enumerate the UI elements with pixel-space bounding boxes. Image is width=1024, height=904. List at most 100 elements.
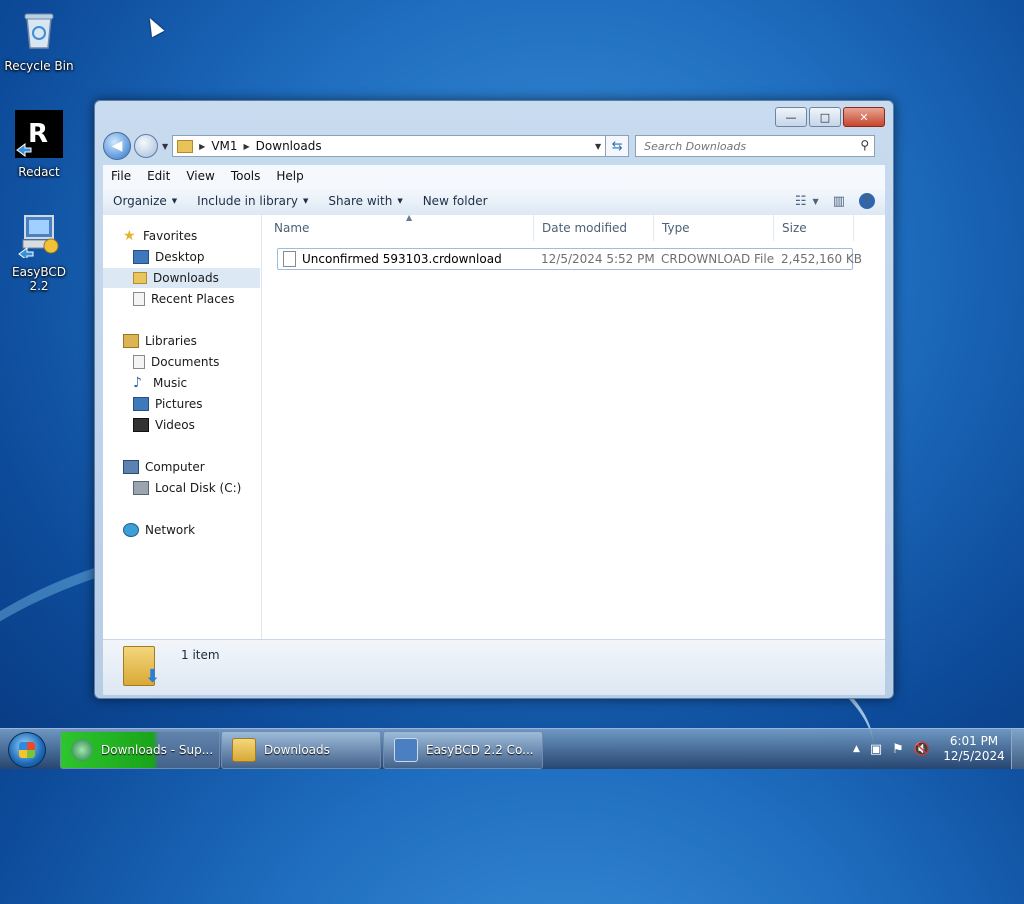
back-button[interactable]: ◀ (103, 132, 131, 160)
downloads-folder-icon (133, 272, 147, 284)
column-label: Name (274, 221, 310, 235)
nav-downloads[interactable]: Downloads (133, 268, 219, 288)
nav-network[interactable]: Network (123, 520, 195, 540)
nav-music[interactable]: ♪ Music (133, 373, 187, 393)
new-folder-label: New folder (422, 194, 488, 208)
refresh-button[interactable]: ⇆ (606, 135, 630, 157)
documents-icon (133, 355, 145, 369)
forward-button[interactable] (134, 134, 158, 158)
taskbar-button-label: Downloads - Sup... (101, 743, 214, 757)
nav-computer[interactable]: Computer (123, 457, 205, 477)
column-header-type[interactable]: Type (654, 215, 774, 241)
column-header-size[interactable]: Size (774, 215, 854, 241)
share-with-button[interactable]: Share with ▼ (318, 194, 412, 208)
chevron-down-icon: ▼ (303, 197, 309, 205)
nav-label: Videos (155, 418, 195, 432)
minimize-button[interactable]: — (775, 107, 807, 127)
videos-icon (133, 418, 149, 432)
start-button[interactable] (8, 732, 46, 768)
organize-button[interactable]: Organize ▼ (103, 194, 187, 208)
pictures-icon (133, 397, 149, 411)
breadcrumb-downloads[interactable]: Downloads (256, 139, 322, 153)
desktop-icon-recycle-bin[interactable]: Recycle Bin (1, 8, 77, 73)
chevron-right-icon[interactable]: ▶ (199, 142, 205, 151)
recent-pages-dropdown[interactable]: ▼ (162, 142, 168, 151)
column-label: Type (662, 221, 690, 235)
local-disk-icon (133, 481, 149, 495)
show-desktop-button[interactable] (1011, 729, 1024, 769)
desktop-icon (133, 250, 149, 264)
nav-label: Downloads (153, 271, 219, 285)
help-icon[interactable]: ? (859, 193, 875, 209)
taskbar-button-downloads-sup[interactable]: Downloads - Sup... (60, 731, 220, 769)
volume-muted-icon[interactable]: 🔇 (914, 742, 930, 757)
nav-local-disk[interactable]: Local Disk (C:) (133, 478, 241, 498)
include-in-library-button[interactable]: Include in library ▼ (187, 194, 318, 208)
nav-pictures[interactable]: Pictures (133, 394, 203, 414)
nav-label: Favorites (143, 229, 198, 243)
menu-tools[interactable]: Tools (223, 169, 269, 183)
nav-desktop[interactable]: Desktop (133, 247, 205, 267)
menu-view[interactable]: View (178, 169, 222, 183)
view-controls: ☷ ▼ ▥ ? (781, 193, 875, 209)
nav-recent-places[interactable]: Recent Places (133, 289, 234, 309)
close-button[interactable]: ✕ (843, 107, 885, 127)
folder-icon (177, 139, 194, 153)
column-header-date[interactable]: Date modified (534, 215, 654, 241)
address-bar[interactable]: ▶ VM1 ▶ Downloads ▼ (172, 135, 607, 157)
nav-label: Libraries (145, 334, 197, 348)
search-input[interactable] (642, 138, 847, 154)
file-name-cell: Unconfirmed 593103.crdownload (283, 249, 502, 269)
downloads-folder-icon: ⬇ (123, 646, 160, 687)
column-label: Size (782, 221, 807, 235)
nav-label: Music (153, 376, 188, 390)
nav-documents[interactable]: Documents (133, 352, 219, 372)
desktop-icon-label: Recycle Bin (4, 59, 74, 73)
taskbar-button-downloads[interactable]: Downloads (221, 731, 381, 769)
table-row[interactable]: Unconfirmed 593103.crdownload 12/5/2024 … (277, 248, 862, 270)
taskbar-button-label: Downloads (264, 743, 330, 757)
clock[interactable]: 6:01 PM 12/5/2024 (941, 734, 1007, 764)
file-name: Unconfirmed 593103.crdownload (302, 252, 502, 266)
desktop-icon-redact[interactable]: R Redact (1, 110, 77, 179)
command-bar: Organize ▼ Include in library ▼ Share wi… (103, 187, 885, 216)
music-icon: ♪ (133, 375, 142, 391)
menu-edit[interactable]: Edit (139, 169, 178, 183)
explorer-window[interactable]: — □ ✕ ◀ ▼ ▶ VM1 ▶ Downloads ▼ ⇆ ⚲ File E… (94, 100, 894, 699)
preview-pane-icon[interactable]: ▥ (833, 194, 845, 209)
mouse-cursor (143, 14, 165, 38)
nav-favorites[interactable]: ★ Favorites (123, 226, 197, 246)
nav-label: Documents (151, 355, 220, 369)
desktop-icon-easybcd[interactable]: EasyBCD 2.2 (1, 214, 77, 293)
breadcrumb-vm1[interactable]: VM1 (211, 139, 237, 153)
search-icon[interactable]: ⚲ (860, 138, 869, 152)
chevron-down-icon[interactable]: ▼ (595, 142, 601, 151)
system-tray: ▲ ▣ ⚑ 🔇 6:01 PM 12/5/2024 (848, 729, 1024, 769)
nav-libraries[interactable]: Libraries (123, 331, 197, 351)
column-header-name[interactable]: Name ▲ (266, 213, 534, 241)
nav-label: Recent Places (151, 292, 235, 306)
file-list-pane: Name ▲ Date modified Type Size Unconfirm… (262, 213, 885, 639)
computer-icon (123, 460, 139, 474)
action-center-flag-icon[interactable]: ⚑ (892, 742, 904, 757)
nav-videos[interactable]: Videos (133, 415, 195, 435)
search-box[interactable]: ⚲ (635, 135, 876, 157)
change-view-icon[interactable]: ☷ (795, 194, 807, 209)
network-tray-icon[interactable]: ▣ (870, 742, 882, 757)
file-type: CRDOWNLOAD File (661, 252, 775, 266)
content-area: ★ Favorites Desktop Downloads Recent Pla… (103, 213, 885, 639)
svg-text:R: R (28, 119, 48, 149)
show-hidden-icons-icon[interactable]: ▲ (853, 744, 860, 754)
chevron-right-icon[interactable]: ▶ (244, 142, 250, 151)
new-folder-button[interactable]: New folder (413, 194, 498, 208)
menu-file[interactable]: File (103, 169, 139, 183)
file-size: 2,452,160 KB (781, 252, 862, 266)
libraries-icon (123, 334, 139, 348)
chevron-down-icon[interactable]: ▼ (813, 197, 819, 206)
menu-help[interactable]: Help (268, 169, 311, 183)
windows-logo-icon (19, 742, 35, 758)
column-label: Date modified (542, 221, 628, 235)
taskbar-button-easybcd[interactable]: EasyBCD 2.2 Co... (383, 731, 543, 769)
maximize-button[interactable]: □ (809, 107, 841, 127)
share-with-label: Share with (328, 194, 393, 208)
